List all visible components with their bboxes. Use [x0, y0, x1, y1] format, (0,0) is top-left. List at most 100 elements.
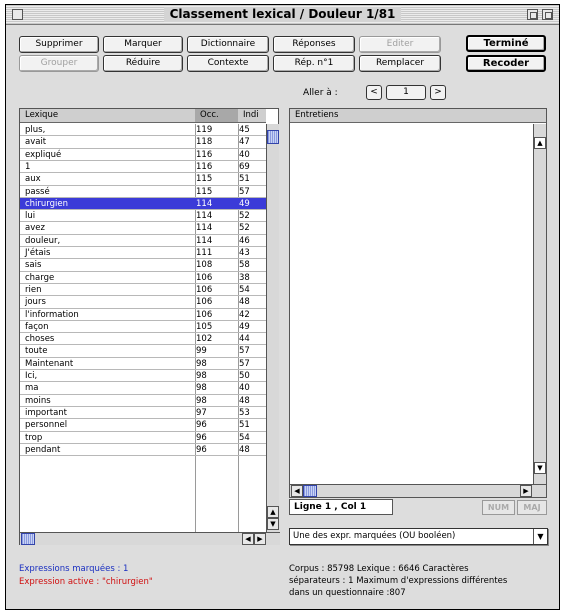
lexique-cell: lui — [25, 211, 36, 222]
occ-cell: 118 — [196, 137, 213, 148]
window-title: Classement lexical / Douleur 1/81 — [163, 7, 402, 22]
entretiens-vertical-scrollbar[interactable]: ▲ ▼ — [533, 124, 546, 484]
lexique-cell: aux — [25, 174, 41, 185]
filter-select[interactable]: Une des expr. marquées (OU booléen) ▼ — [289, 528, 548, 545]
occ-cell: 114 — [196, 223, 213, 234]
table-row[interactable]: sais 108 58 — [20, 259, 266, 271]
indi-cell: 58 — [239, 260, 250, 271]
entretiens-horizontal-scrollbar[interactable]: ◀ ▶ — [290, 484, 546, 497]
lexique-cell: rien — [25, 284, 42, 295]
supprimer-button[interactable]: Supprimer — [19, 36, 99, 53]
lexique-cell: 1 — [25, 161, 31, 172]
title-bar[interactable]: Classement lexical / Douleur 1/81 — [6, 5, 559, 25]
table-row[interactable]: charge 106 38 — [20, 272, 266, 284]
scroll-thumb[interactable] — [21, 533, 35, 545]
table-row[interactable]: rien 106 54 — [20, 284, 266, 296]
table-row[interactable]: trop 96 54 — [20, 432, 266, 444]
scroll-right-arrow-icon[interactable]: ▶ — [520, 485, 532, 497]
occ-cell: 97 — [196, 407, 207, 418]
table-row[interactable]: personnel 96 51 — [20, 419, 266, 431]
collapse-box-icon[interactable] — [542, 9, 553, 20]
occ-cell: 99 — [196, 346, 207, 357]
occ-cell: 106 — [196, 284, 213, 295]
previous-page-button[interactable]: < — [366, 85, 382, 100]
column-header-indi[interactable]: Indi — [238, 109, 266, 123]
occ-cell: 114 — [196, 198, 213, 209]
scroll-down-arrow-icon[interactable]: ▼ — [534, 462, 546, 474]
lexique-cell: important — [25, 407, 67, 418]
table-row[interactable]: toute 99 57 — [20, 345, 266, 357]
lexique-cell: Ici, — [25, 371, 38, 381]
table-row[interactable]: l'information 106 42 — [20, 309, 266, 321]
table-row[interactable]: façon 105 49 — [20, 321, 266, 333]
scroll-thumb[interactable] — [303, 485, 317, 497]
dropdown-arrow-icon[interactable]: ▼ — [533, 529, 547, 544]
filter-select-value: Une des expr. marquées (OU booléen) — [293, 531, 456, 541]
occ-cell: 108 — [196, 260, 213, 271]
remplacer-button[interactable]: Remplacer — [359, 55, 441, 72]
active-expression: Expression active : "chirurgien" — [19, 577, 153, 587]
page-number-field[interactable]: 1 — [386, 85, 426, 100]
editer-button[interactable]: Editer — [359, 36, 441, 53]
table-row[interactable]: passé 115 57 — [20, 186, 266, 198]
corpus-info-line-1: Corpus : 85798 Lexique : 6646 Caractères — [289, 564, 469, 574]
table-row[interactable]: douleur, 114 46 — [20, 235, 266, 247]
close-box-icon[interactable] — [12, 9, 23, 20]
occ-cell: 106 — [196, 272, 213, 283]
scroll-down-arrow-icon[interactable]: ▼ — [267, 518, 279, 530]
occ-cell: 114 — [196, 235, 213, 246]
scroll-left-arrow-icon[interactable]: ◀ — [291, 485, 303, 497]
termine-button[interactable]: Terminé — [466, 35, 546, 52]
scroll-thumb[interactable] — [267, 130, 279, 144]
zoom-box-icon[interactable] — [527, 9, 538, 20]
occ-cell: 114 — [196, 211, 213, 222]
table-row[interactable]: J'étais 111 43 — [20, 247, 266, 259]
corpus-info-line-3: dans un questionnaire :807 — [289, 588, 406, 598]
table-row[interactable]: expliqué 116 40 — [20, 149, 266, 161]
scroll-up-arrow-icon[interactable]: ▲ — [534, 137, 546, 149]
lexique-cell: personnel — [25, 420, 68, 431]
table-row[interactable]: Ici, 98 50 — [20, 370, 266, 382]
entretiens-text-area[interactable] — [290, 124, 533, 484]
occ-cell: 98 — [196, 383, 207, 394]
table-row[interactable]: important 97 53 — [20, 407, 266, 419]
lexique-cell: avait — [25, 137, 47, 148]
lexicon-table: Lexique Occ. Indi plus, 119 45 avait 118 47 ex… — [19, 108, 280, 545]
lexicon-horizontal-scrollbar[interactable]: ◀ ▶ — [20, 532, 280, 545]
table-row[interactable]: Maintenant 98 57 — [20, 358, 266, 370]
table-row[interactable]: choses 102 44 — [20, 333, 266, 345]
table-row[interactable]: moins 98 48 — [20, 395, 266, 407]
table-row[interactable]: chirurgien 114 49 — [20, 197, 266, 210]
table-row[interactable]: aux 115 51 — [20, 173, 266, 185]
contexte-button[interactable]: Contexte — [187, 55, 269, 72]
recoder-button[interactable]: Recoder — [466, 55, 546, 72]
scroll-right-arrow-icon[interactable]: ▶ — [254, 533, 266, 545]
table-row[interactable]: ma 98 40 — [20, 382, 266, 394]
caps-lock-indicator: MAJ — [517, 500, 547, 515]
table-row[interactable]: pendant 96 48 — [20, 444, 266, 456]
table-row[interactable]: plus, 119 45 — [20, 124, 266, 136]
table-row[interactable]: jours 106 48 — [20, 296, 266, 308]
reponses-button[interactable]: Réponses — [273, 36, 355, 53]
indi-cell: 50 — [239, 371, 250, 381]
dictionnaire-button[interactable]: Dictionnaire — [187, 36, 269, 53]
scroll-left-arrow-icon[interactable]: ◀ — [242, 533, 254, 545]
reduire-button[interactable]: Réduire — [103, 55, 183, 72]
indi-cell: 49 — [239, 321, 250, 332]
table-row[interactable]: 1 116 69 — [20, 161, 266, 173]
lexicon-vertical-scrollbar[interactable]: ▲ ▼ — [266, 124, 279, 532]
indi-cell: 38 — [239, 272, 250, 283]
column-header-occ[interactable]: Occ. — [195, 109, 238, 123]
grouper-button[interactable]: Grouper — [19, 55, 99, 72]
occ-cell: 98 — [196, 371, 207, 381]
table-row[interactable]: avez 114 52 — [20, 222, 266, 234]
indi-cell: 54 — [239, 284, 250, 295]
marquer-button[interactable]: Marquer — [103, 36, 183, 53]
next-page-button[interactable]: > — [430, 85, 446, 100]
scroll-up-arrow-icon[interactable]: ▲ — [267, 506, 279, 518]
column-header-lexique[interactable]: Lexique — [20, 109, 195, 123]
table-row[interactable]: avait 118 47 — [20, 136, 266, 148]
rep-n1-button[interactable]: Rép. n°1 — [273, 55, 355, 72]
lexicon-rows: plus, 119 45 avait 118 47 expliqué 116 40 1 116 69 a… — [20, 124, 266, 532]
table-row[interactable]: lui 114 52 — [20, 210, 266, 222]
